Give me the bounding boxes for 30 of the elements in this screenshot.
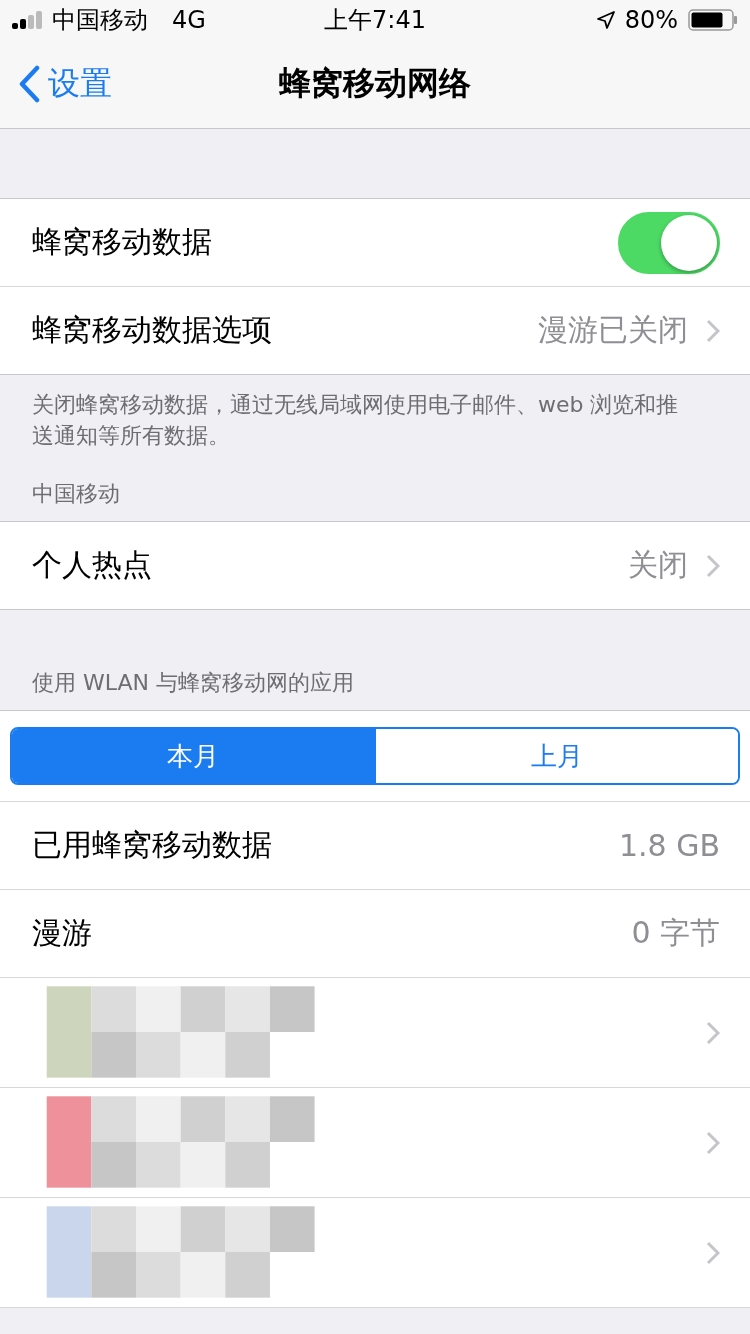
row-label: 已用蜂窝移动数据 [32, 826, 273, 864]
battery-icon [688, 9, 738, 31]
battery-percent: 80% [624, 6, 678, 34]
status-time: 上午7:41 [324, 6, 426, 34]
row-label: 漫游 [32, 914, 93, 952]
row-value: 漫游已关闭 [538, 311, 688, 349]
segment-tab[interactable]: 上月 [374, 729, 738, 783]
footer-note: 关闭蜂窝移动数据，通过无线局域网使用电子邮件、web 浏览和推送通知等所有数据。 [32, 392, 679, 448]
signal-icon [12, 11, 44, 29]
chevron-icon [706, 1130, 720, 1155]
row-value: 关闭 [628, 546, 688, 584]
row-value: 1.8 GB [618, 828, 720, 863]
row-label: 蜂窝移动数据选项 [32, 311, 273, 349]
row-label: 个人热点 [32, 546, 153, 584]
page-title: 蜂窝移动网络 [279, 64, 471, 102]
segment-tab[interactable]: 本月 [12, 729, 374, 783]
back-button[interactable]: 设置 [18, 62, 112, 106]
chevron-icon [706, 318, 720, 343]
row-label: 蜂窝移动数据 [32, 223, 213, 261]
location-icon [596, 11, 615, 29]
chevron-icon [706, 553, 720, 578]
carrier-name: 中国移动 [52, 5, 148, 36]
chevron-icon [706, 1020, 720, 1045]
section-header: 使用 WLAN 与蜂窝移动网的应用 [32, 669, 354, 697]
network-type: 4G [172, 6, 206, 34]
row-value: 0 字节 [631, 914, 720, 952]
back-chevron-icon [18, 65, 40, 103]
toggle-switch[interactable] [618, 211, 720, 274]
chevron-icon [706, 1240, 720, 1265]
section-header: 中国移动 [32, 480, 120, 508]
